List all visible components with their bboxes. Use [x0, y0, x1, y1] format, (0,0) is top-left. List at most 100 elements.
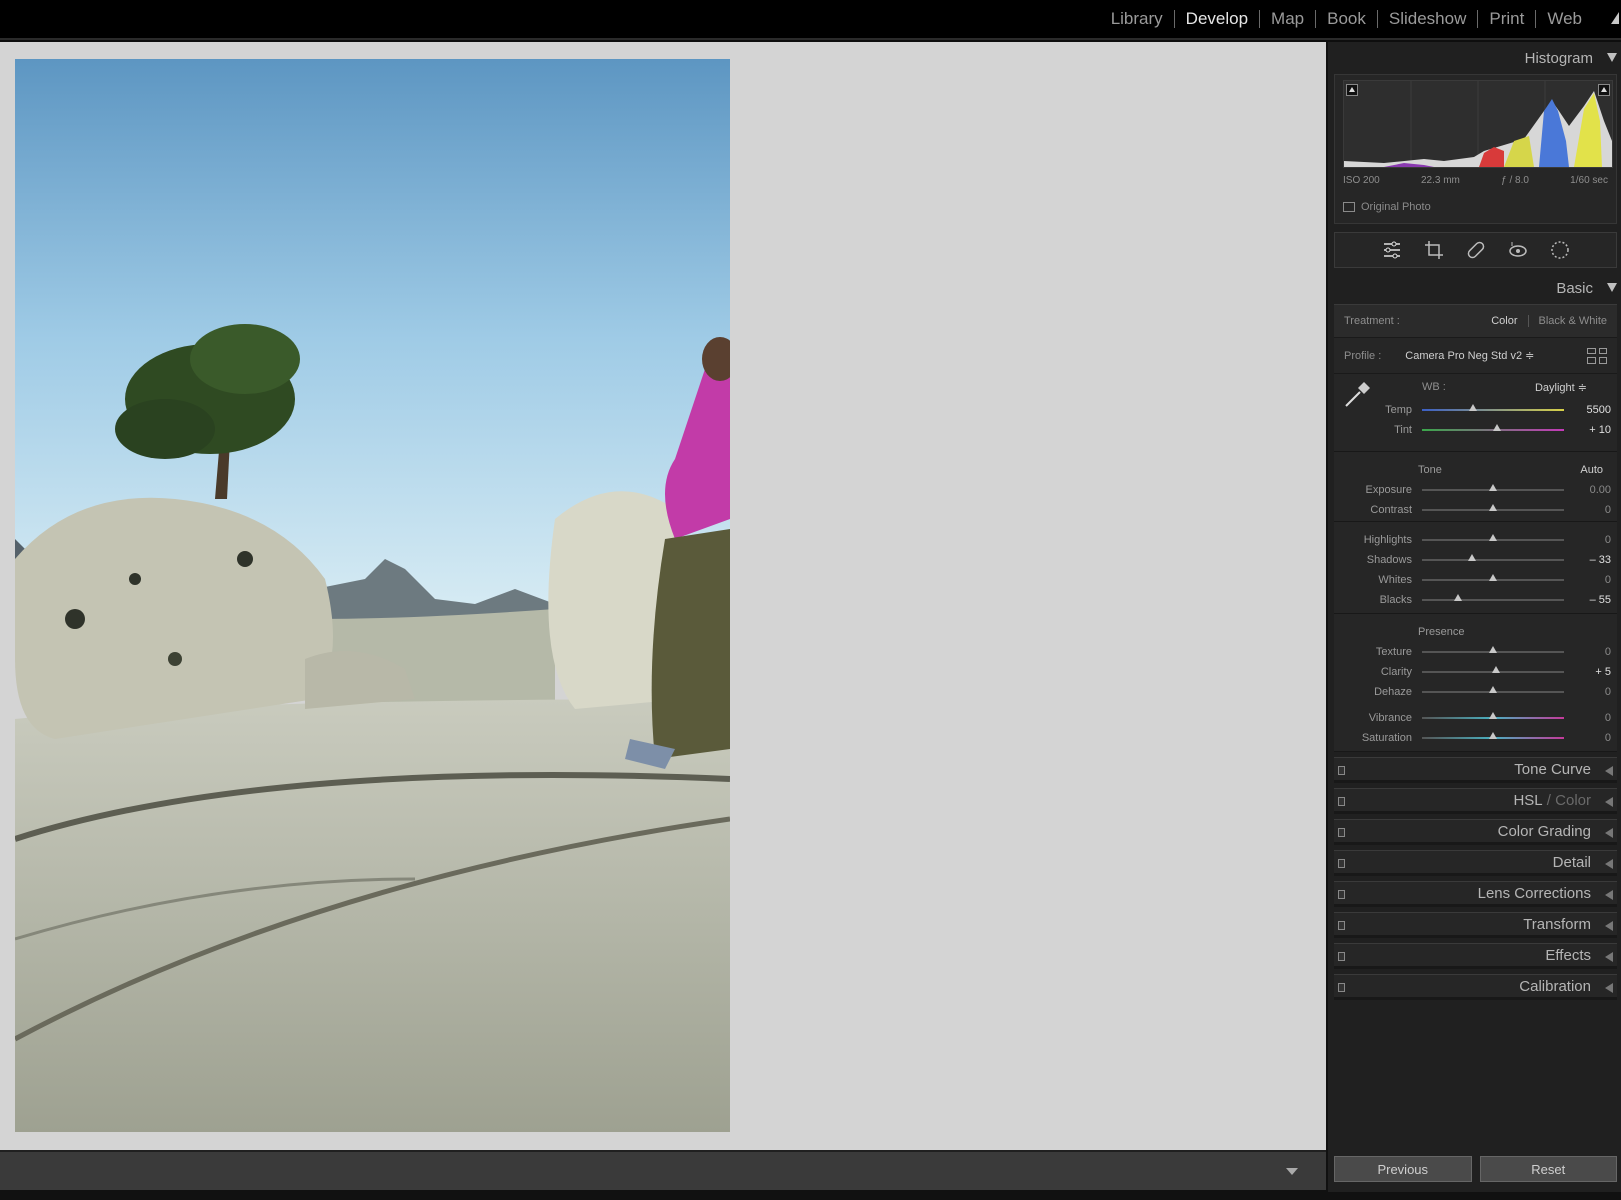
- expand-triangle-icon[interactable]: [1605, 952, 1613, 962]
- panel-calibration[interactable]: Calibration: [1334, 974, 1617, 1000]
- slider-thumb[interactable]: [1491, 666, 1500, 673]
- slider-contrast[interactable]: Contrast 0: [1334, 500, 1617, 520]
- slider-exposure[interactable]: Exposure 0.00: [1334, 480, 1617, 500]
- slider-thumb[interactable]: [1489, 534, 1497, 541]
- edit-sliders-icon[interactable]: [1380, 238, 1404, 262]
- module-book[interactable]: Book: [1316, 10, 1378, 28]
- slider-track[interactable]: [1422, 484, 1564, 491]
- module-print[interactable]: Print: [1478, 10, 1537, 28]
- slider-track[interactable]: [1422, 686, 1564, 693]
- slider-value[interactable]: 0: [1561, 646, 1611, 658]
- wb-dropdown[interactable]: Daylight ≑: [1535, 381, 1587, 394]
- slider-value[interactable]: 0: [1561, 686, 1611, 698]
- slider-track[interactable]: [1422, 504, 1564, 511]
- slider-thumb[interactable]: [1489, 484, 1497, 491]
- expand-triangle-icon[interactable]: [1605, 766, 1613, 776]
- checkbox-icon[interactable]: [1343, 202, 1355, 212]
- module-develop[interactable]: Develop: [1175, 10, 1261, 28]
- slider-track[interactable]: [1422, 732, 1564, 739]
- histogram-header[interactable]: Histogram: [1328, 42, 1621, 74]
- panel-switch-icon[interactable]: [1338, 890, 1345, 899]
- auto-tone-button[interactable]: Auto: [1580, 464, 1603, 476]
- slider-value[interactable]: 0: [1561, 504, 1611, 516]
- panel-tone-curve[interactable]: Tone Curve: [1334, 757, 1617, 783]
- slider-highlights[interactable]: Highlights 0: [1334, 530, 1617, 550]
- shadow-clipping-icon[interactable]: [1346, 84, 1358, 96]
- slider-saturation[interactable]: Saturation 0: [1334, 728, 1617, 748]
- slider-value[interactable]: 5500: [1561, 404, 1611, 416]
- healing-icon[interactable]: [1464, 238, 1488, 262]
- previous-button[interactable]: Previous: [1334, 1156, 1472, 1182]
- panel-hsl-color[interactable]: HSL / Color: [1334, 788, 1617, 814]
- slider-thumb[interactable]: [1489, 504, 1497, 511]
- slider-thumb[interactable]: [1489, 686, 1497, 693]
- slider-shadows[interactable]: Shadows – 33: [1334, 550, 1617, 570]
- slider-thumb[interactable]: [1489, 732, 1497, 739]
- panel-lens-corrections[interactable]: Lens Corrections: [1334, 881, 1617, 907]
- panel-title-color[interactable]: Color: [1555, 792, 1591, 809]
- expand-triangle-icon[interactable]: [1605, 859, 1613, 869]
- slider-clarity[interactable]: Clarity + 5: [1334, 662, 1617, 682]
- collapse-triangle-icon[interactable]: [1607, 53, 1617, 62]
- module-map[interactable]: Map: [1260, 10, 1317, 28]
- slider-thumb[interactable]: [1489, 574, 1497, 581]
- image-canvas[interactable]: [0, 42, 1326, 1150]
- panel-switch-icon[interactable]: [1338, 952, 1345, 961]
- slider-tint[interactable]: Tint + 10: [1334, 420, 1617, 440]
- slider-dehaze[interactable]: Dehaze 0: [1334, 682, 1617, 702]
- slider-thumb[interactable]: [1453, 594, 1462, 601]
- slider-value[interactable]: 0: [1561, 712, 1611, 724]
- treatment-bw[interactable]: Black & White: [1529, 315, 1607, 327]
- panel-switch-icon[interactable]: [1338, 859, 1345, 868]
- slider-track[interactable]: [1422, 646, 1564, 653]
- original-photo-toggle[interactable]: Original Photo: [1343, 201, 1431, 213]
- masking-icon[interactable]: [1548, 238, 1572, 262]
- panel-color-grading[interactable]: Color Grading: [1334, 819, 1617, 845]
- expand-triangle-icon[interactable]: [1605, 921, 1613, 931]
- profile-dropdown[interactable]: Camera Pro Neg Std v2 ≑: [1405, 349, 1587, 362]
- slider-thumb[interactable]: [1467, 554, 1476, 561]
- highlight-clipping-icon[interactable]: [1598, 84, 1610, 96]
- panel-switch-icon[interactable]: [1338, 921, 1345, 930]
- slider-thumb[interactable]: [1489, 646, 1497, 653]
- panel-switch-icon[interactable]: [1338, 766, 1345, 775]
- crop-icon[interactable]: [1422, 238, 1446, 262]
- photo-preview[interactable]: [15, 59, 730, 1132]
- slider-value[interactable]: 0.00: [1561, 484, 1611, 496]
- expand-triangle-icon[interactable]: [1605, 983, 1613, 993]
- slider-value[interactable]: – 33: [1561, 554, 1611, 566]
- slider-blacks[interactable]: Blacks – 55: [1334, 590, 1617, 610]
- panel-transform[interactable]: Transform: [1334, 912, 1617, 938]
- red-eye-icon[interactable]: [1506, 238, 1530, 262]
- histogram-graph[interactable]: [1343, 80, 1613, 168]
- panel-detail[interactable]: Detail: [1334, 850, 1617, 876]
- slider-value[interactable]: 0: [1561, 732, 1611, 744]
- slider-track[interactable]: [1422, 712, 1564, 719]
- slider-thumb[interactable]: [1489, 712, 1497, 719]
- slider-track[interactable]: [1422, 424, 1564, 431]
- module-web[interactable]: Web: [1536, 10, 1593, 28]
- module-slideshow[interactable]: Slideshow: [1378, 10, 1479, 28]
- slider-track[interactable]: [1422, 534, 1564, 541]
- slider-whites[interactable]: Whites 0: [1334, 570, 1617, 590]
- slider-thumb[interactable]: [1469, 404, 1478, 411]
- slider-value[interactable]: + 5: [1561, 666, 1611, 678]
- slider-track[interactable]: [1422, 594, 1564, 601]
- profile-browser-icon[interactable]: [1587, 347, 1607, 364]
- expand-triangle-icon[interactable]: [1605, 890, 1613, 900]
- slider-track[interactable]: [1422, 554, 1564, 561]
- slider-texture[interactable]: Texture 0: [1334, 642, 1617, 662]
- panel-switch-icon[interactable]: [1338, 828, 1345, 837]
- panel-switch-icon[interactable]: [1338, 797, 1345, 806]
- slider-track[interactable]: [1422, 666, 1564, 673]
- slider-value[interactable]: – 55: [1561, 594, 1611, 606]
- panel-switch-icon[interactable]: [1338, 983, 1345, 992]
- top-panel-toggle-icon[interactable]: [1611, 12, 1619, 24]
- panel-title-hsl[interactable]: HSL: [1513, 792, 1542, 809]
- module-library[interactable]: Library: [1100, 10, 1175, 28]
- treatment-color[interactable]: Color: [1481, 315, 1527, 327]
- slider-value[interactable]: 0: [1561, 574, 1611, 586]
- basic-header[interactable]: Basic: [1328, 272, 1621, 304]
- toolbar-content-menu-icon[interactable]: [1286, 1168, 1298, 1175]
- expand-triangle-icon[interactable]: [1605, 828, 1613, 838]
